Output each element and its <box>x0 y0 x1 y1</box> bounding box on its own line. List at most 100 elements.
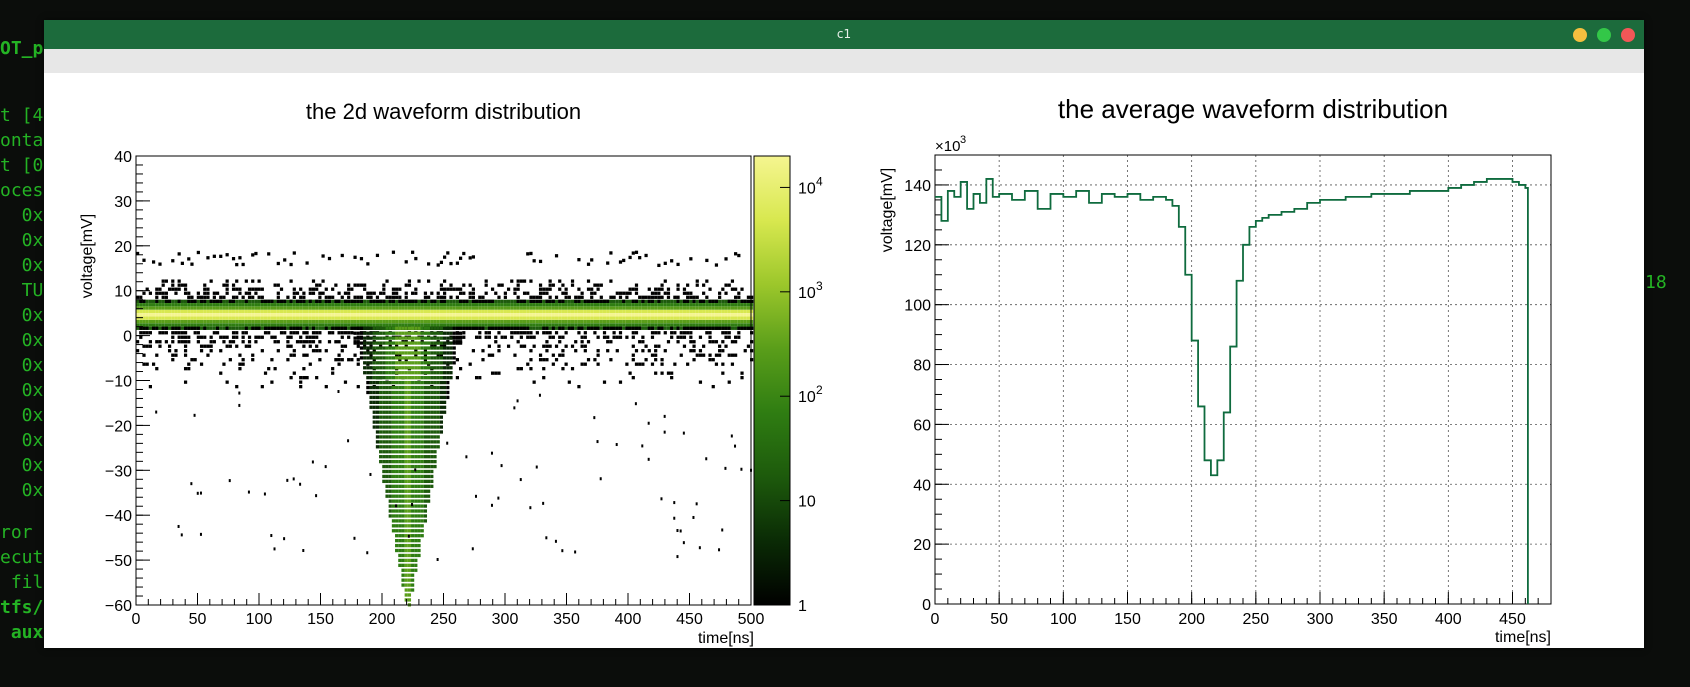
heatmap-cell <box>177 299 181 303</box>
heatmap-cell <box>676 326 680 330</box>
heatmap-cell <box>148 331 152 335</box>
heatmap-cell <box>698 303 703 307</box>
heatmap-cell <box>535 309 539 314</box>
heatmap-cell <box>318 323 322 327</box>
heatmap-cell <box>343 303 348 307</box>
root-canvas-window[interactable]: c1 the 2d waveform distribution 0 50 100 150… <box>44 20 1644 648</box>
heatmap-cell <box>590 326 594 330</box>
heatmap-cell <box>366 341 370 345</box>
heatmap-cell <box>404 346 408 350</box>
heatmap-cell <box>609 251 613 255</box>
heatmap-cell <box>251 295 255 299</box>
heatmap-cell <box>411 346 415 350</box>
heatmap-cell <box>395 331 399 335</box>
heatmap-cell <box>183 367 188 371</box>
heatmap-cell <box>235 344 239 348</box>
heatmap-cell <box>388 361 392 365</box>
heatmap-cell <box>586 340 591 344</box>
heatmap-cell <box>372 405 376 409</box>
heatmap-cell <box>634 402 637 406</box>
heatmap-cell <box>407 484 412 488</box>
heatmap-cell <box>510 306 514 310</box>
heatmap-cell <box>196 335 200 339</box>
heatmap-cell <box>417 331 421 335</box>
heatmap-cell <box>679 323 683 327</box>
heatmap-cell <box>177 252 181 256</box>
heatmap-cell <box>327 309 332 314</box>
heatmap-cell <box>366 323 370 327</box>
average-x-tick-label: 150 <box>1114 611 1141 628</box>
heatmap-cell <box>634 283 639 287</box>
heatmap-cell <box>564 291 568 295</box>
heatmap-cell <box>532 326 536 330</box>
heatmap-cell <box>436 309 440 314</box>
window-toolbar[interactable] <box>44 49 1644 73</box>
heatmap-cell <box>379 299 383 303</box>
heatmap-cell <box>433 420 437 424</box>
heatmap-cell <box>411 420 415 424</box>
heatmap-cell <box>414 568 418 572</box>
heatmap-cell <box>606 313 610 317</box>
heatmap-cell <box>708 287 712 291</box>
heatmap-cell <box>167 326 172 330</box>
average-y-tick-label: 60 <box>913 417 931 434</box>
heatmap-cell <box>663 291 667 295</box>
heatmap-cell <box>244 331 248 335</box>
heatmap-cell <box>606 316 610 320</box>
minimize-button[interactable] <box>1573 28 1587 42</box>
heatmap-cell <box>654 287 658 291</box>
heatmap-y-tick-label: −60 <box>105 598 132 615</box>
heatmap-cell <box>404 593 408 597</box>
heatmap-cell <box>398 313 402 317</box>
heatmap-cell <box>222 303 226 307</box>
heatmap-cell <box>718 326 722 330</box>
heatmap-cell <box>407 578 412 582</box>
heatmap-cell <box>599 316 603 320</box>
heatmap-cell <box>414 558 418 563</box>
heatmap-cell <box>222 299 226 303</box>
heatmap-cell <box>734 252 738 256</box>
close-button[interactable] <box>1621 28 1635 42</box>
heatmap-cell <box>183 291 188 295</box>
heatmap-cell <box>663 279 667 283</box>
heatmap-cell <box>580 344 584 348</box>
heatmap-cell <box>682 303 687 307</box>
heatmap-cell <box>484 326 488 330</box>
heatmap-cell <box>551 323 555 327</box>
average-chart: the average waveform distribution0 50 100 1… <box>879 94 1552 646</box>
heatmap-cell <box>718 313 722 317</box>
heatmap-cell <box>398 415 402 419</box>
heatmap-cell <box>411 376 415 380</box>
heatmap-cell <box>497 309 501 314</box>
heatmap-cell <box>385 489 389 493</box>
heatmap-cell <box>574 319 578 324</box>
heatmap-cell <box>286 340 290 344</box>
heatmap-cell <box>279 309 284 314</box>
heatmap-cell <box>398 524 402 528</box>
heatmap-cell <box>577 313 581 317</box>
heatmap-cell <box>379 405 383 409</box>
heatmap-cell <box>564 326 568 330</box>
heatmap-cell <box>395 430 399 434</box>
heatmap-cell <box>241 306 245 310</box>
heatmap-x-tick-label: 450 <box>676 611 703 628</box>
heatmap-cell <box>705 303 709 307</box>
maximize-button[interactable] <box>1597 28 1611 42</box>
heatmap-cell <box>551 283 555 287</box>
canvas-area[interactable]: the 2d waveform distribution 0 50 100 150 200… <box>44 73 1644 648</box>
heatmap-cell <box>634 250 639 254</box>
heatmap-cell <box>436 306 440 310</box>
heatmap-cell <box>526 291 530 295</box>
heatmap-cell <box>650 303 655 307</box>
heatmap-cell <box>347 291 351 295</box>
heatmap-cell <box>427 494 431 498</box>
heatmap-cell <box>203 291 207 295</box>
heatmap-cell <box>398 323 402 327</box>
heatmap-cell <box>484 313 488 317</box>
heatmap-cell <box>478 376 482 380</box>
heatmap-cell <box>382 331 386 335</box>
heatmap-cell <box>401 361 405 365</box>
heatmap-cell <box>529 279 533 283</box>
window-titlebar[interactable]: c1 <box>44 20 1644 49</box>
heatmap-cell <box>215 326 220 330</box>
